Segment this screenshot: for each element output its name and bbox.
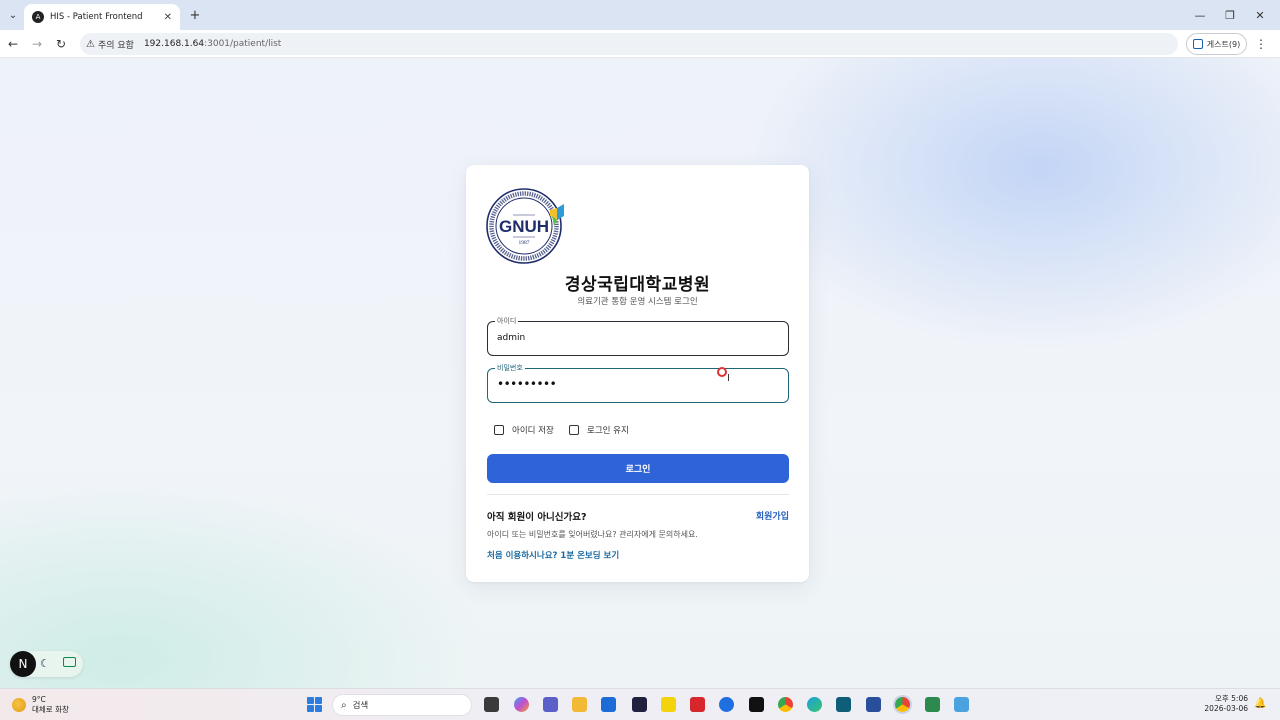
id-field[interactable]: 아이디 admin (487, 316, 789, 356)
click-indicator-icon (717, 367, 727, 377)
profile-button[interactable]: 게스트(9) (1186, 33, 1247, 55)
forgot-help-text: 아이디 또는 비밀번호를 잊어버렸나요? 관리자에게 문의하세요. (487, 530, 698, 539)
sunny-weather-icon (12, 698, 26, 712)
task-view-icon[interactable] (484, 697, 499, 712)
new-tab-plus-icon[interactable]: + (186, 6, 204, 24)
onboarding-link[interactable]: 처음 이용하시나요? 1분 온보딩 보기 (487, 549, 619, 561)
clock-date: 2026-03-06 (1204, 704, 1248, 713)
logo-wordmark: GNUH (499, 217, 549, 236)
warning-triangle-icon: ⚠ (86, 38, 95, 50)
password-label: 비밀번호 (495, 363, 525, 373)
password-field[interactable]: 비밀번호 ••••••••• I (487, 363, 789, 403)
id-input-value[interactable]: admin (497, 333, 525, 343)
signup-link[interactable]: 회원가입 (756, 509, 789, 522)
reload-icon[interactable]: ↻ (52, 35, 70, 53)
copilot-icon[interactable] (514, 697, 529, 712)
window-close-icon[interactable]: ✕ (1248, 6, 1272, 24)
office-icon[interactable] (690, 697, 705, 712)
tab-favicon-icon: A (32, 11, 44, 23)
login-button[interactable]: 로그인 (487, 454, 789, 483)
notification-bell-icon[interactable]: 🔔 (1254, 698, 1266, 709)
windows-start-icon[interactable] (307, 697, 322, 712)
url-host: 192.168.1.64 (143, 39, 205, 49)
hospital-logo: GNUH 1987 (486, 188, 564, 264)
terminal-app-icon[interactable] (836, 697, 851, 712)
security-warning-chip[interactable]: ⚠ 주의 요함 (86, 38, 134, 51)
back-arrow-icon[interactable]: ← (4, 35, 22, 53)
jetbrains-icon[interactable] (632, 697, 647, 712)
taskbar-search-placeholder: 검색 (352, 701, 369, 711)
remember-id-box[interactable] (494, 425, 504, 435)
powershell-icon[interactable] (866, 697, 881, 712)
login-subtitle: 의료기관 통합 운영 시스템 로그인 (577, 297, 698, 307)
logo-year: 1987 (519, 240, 530, 246)
browser-toolbar: ← → ↻ ⚠ 주의 요함 192.168.1.64:3001/patient/… (0, 30, 1280, 58)
id-label: 아이디 (495, 316, 519, 326)
more-menu-icon[interactable]: ⋮ (1254, 35, 1268, 53)
text-cursor-icon: I (727, 373, 730, 384)
tab-close-icon[interactable]: ✕ (164, 12, 172, 23)
minimize-icon[interactable]: — (1188, 6, 1212, 24)
store-icon[interactable] (601, 697, 616, 712)
dark-mode-moon-icon[interactable]: ☾ (40, 657, 50, 670)
profile-label: 게스트(9) (1206, 39, 1241, 49)
remember-id-label: 아이디 저장 (512, 426, 554, 436)
chrome-active-icon[interactable] (895, 697, 910, 712)
weather-widget[interactable]: 9°C 대체로 화창 (12, 695, 69, 715)
file-explorer-icon[interactable] (572, 697, 587, 712)
teams-icon[interactable] (543, 697, 558, 712)
keep-login-checkbox[interactable]: 로그인 유지 (569, 424, 629, 436)
system-clock[interactable]: 오후 5:06 2026-03-06 (1204, 694, 1248, 714)
forward-arrow-icon[interactable]: → (28, 35, 46, 53)
taskbar: 9°C 대체로 화창 ⌕ 검색 오후 5:06 2026-03-06 🔔 (0, 688, 1280, 720)
notepad-icon[interactable] (925, 697, 940, 712)
login-card: GNUH 1987 경상국립대학교병원 의료기관 통합 운영 시스템 로그인 아… (466, 165, 809, 582)
url-path: :3001/patient/list (204, 39, 282, 49)
page-background: GNUH 1987 경상국립대학교병원 의료기관 통합 운영 시스템 로그인 아… (0, 58, 1280, 688)
weather-description: 대체로 화창 (32, 705, 69, 714)
temperature: 9°C (32, 695, 46, 704)
restore-icon[interactable]: ❐ (1218, 6, 1242, 24)
browser-tab[interactable]: A HIS - Patient Frontend ✕ (24, 4, 180, 30)
chrome-icon[interactable] (778, 697, 793, 712)
remember-id-checkbox[interactable]: 아이디 저장 (494, 424, 554, 436)
tab-title: HIS - Patient Frontend (50, 12, 143, 22)
hospital-name: 경상국립대학교병원 (564, 275, 711, 295)
maps-icon[interactable] (719, 697, 734, 712)
keep-login-box[interactable] (569, 425, 579, 435)
guest-profile-icon (1192, 39, 1203, 49)
tab-search-chevron-icon[interactable]: ⌄ (4, 6, 22, 24)
x-app-icon[interactable] (749, 697, 764, 712)
nextjs-badge-icon[interactable]: N (10, 651, 36, 677)
address-bar[interactable]: ⚠ 주의 요함 192.168.1.64:3001/patient/list (80, 33, 1178, 55)
not-member-heading: 아직 회원이 아니신가요? (487, 512, 587, 523)
dev-tools-widget: N ☾ (10, 651, 83, 677)
security-warning-label: 주의 요함 (97, 40, 134, 51)
divider (487, 494, 789, 495)
password-input-value[interactable]: ••••••••• (497, 377, 557, 391)
monitor-icon[interactable] (63, 657, 76, 667)
edge-icon[interactable] (807, 697, 822, 712)
clock-time: 오후 5:06 (1214, 694, 1248, 703)
browser-tab-strip: ⌄ A HIS - Patient Frontend ✕ + — ❐ ✕ (0, 0, 1280, 30)
search-icon: ⌕ (341, 699, 347, 711)
recorder-icon[interactable] (954, 697, 969, 712)
keep-login-label: 로그인 유지 (587, 426, 629, 436)
taskbar-search[interactable]: ⌕ 검색 (332, 694, 472, 716)
kakaotalk-icon[interactable] (661, 697, 676, 712)
